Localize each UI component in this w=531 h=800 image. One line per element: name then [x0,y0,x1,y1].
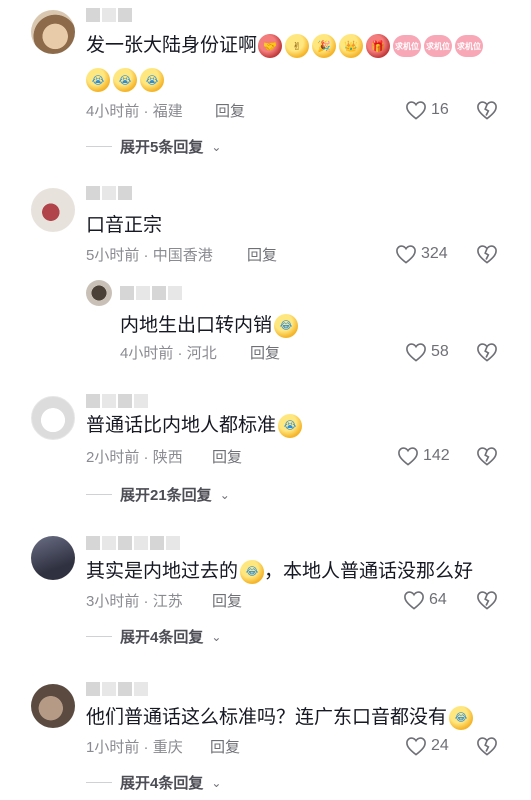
crying-emoji-icon: 😭 [113,68,137,92]
dislike-button[interactable] [476,100,498,120]
like-button[interactable]: 16 [405,100,449,120]
avatar[interactable] [31,10,75,54]
comment-item: 发一张大陆身份证啊 🤝 ✌ 🎉 👑 🎁 求机位 求机位 求机位 😭 😭 😭 4小… [0,0,531,170]
like-count: 24 [431,737,449,754]
laughing-crying-emoji-icon: 😂 [240,559,265,584]
divider [86,782,112,783]
sticker-request-spot: 求机位 [393,35,421,57]
avatar[interactable] [31,188,75,232]
chevron-down-icon: ⌄ [211,775,222,790]
sticker-request-spot: 求机位 [455,35,483,57]
username-redacted[interactable] [86,682,148,696]
comment-meta: 4小时前 · 福建 [86,103,183,120]
heart-outline-icon [406,343,426,362]
dislike-button[interactable] [476,446,498,466]
laughing-crying-emoji-icon: 😂 [449,705,474,730]
comment-text: 普通话比内地人都标准 😭 [86,412,303,440]
divider [86,146,112,147]
comment-item: 他们普通话这么标准吗？连广东口音都没有 😂 1小时前 · 重庆 回复 24 展开4… [0,674,531,800]
heart-outline-icon [406,101,426,120]
expand-replies-button[interactable]: 展开4条回复 ⌄ [86,772,221,793]
like-button[interactable]: 324 [395,244,448,264]
reply-button[interactable]: 回复 [247,246,277,266]
like-count: 58 [431,343,449,360]
comment-meta: 5小时前 · 中国香港 [86,247,213,264]
avatar[interactable] [31,684,75,728]
comment-text: 发一张大陆身份证啊 [86,35,258,56]
comment-text: 其实是内地过去的 😂 ，本地人普通话没那么好 [86,559,474,584]
handshake-emoji-icon: 🤝 [258,34,282,58]
laughing-crying-emoji-icon: 😂 [274,313,299,338]
crying-emoji-icon: 😭 [86,68,110,92]
username-redacted[interactable] [86,394,148,408]
reply-text: 内地生出口转内销 😂 [120,312,299,340]
chevron-down-icon: ⌄ [211,139,222,154]
crown-emoji-icon: 👑 [339,34,363,58]
comment-item: 口音正宗 5小时前 · 中国香港 回复 324 内地生出口转内销 😂 4小时前 ·… [0,180,531,380]
expand-replies-label: 展开4条回复 [120,775,204,792]
heart-outline-icon [398,447,418,466]
sticker-request-spot: 求机位 [424,35,452,57]
emoji-row: 😭 😭 😭 [86,68,164,92]
broken-heart-icon [477,447,497,466]
broken-heart-icon [477,245,497,264]
username-redacted[interactable] [86,8,132,22]
expand-replies-button[interactable]: 展开4条回复 ⌄ [86,626,221,647]
comment-item: 其实是内地过去的 😂 ，本地人普通话没那么好 3小时前 · 江苏 回复 64 展开4… [0,528,531,653]
like-count: 324 [421,245,448,262]
broken-heart-icon [477,101,497,120]
broken-heart-icon [477,737,497,756]
comment-text: 口音正宗 [86,215,163,236]
like-count: 142 [423,447,450,464]
comment-item: 普通话比内地人都标准 😭 2小时前 · 陕西 回复 142 展开21条回复 ⌄ [0,388,531,513]
chevron-down-icon: ⌄ [219,487,230,502]
reply-button[interactable]: 回复 [212,592,242,612]
heart-outline-icon [404,591,424,610]
dislike-button[interactable] [476,244,498,264]
avatar[interactable] [31,536,75,580]
like-button[interactable]: 142 [397,446,450,466]
comment-meta: 1小时前 · 重庆 [86,739,183,756]
reply-avatar[interactable] [86,280,112,306]
expand-replies-button[interactable]: 展开21条回复 ⌄ [86,484,230,505]
dislike-button[interactable] [476,736,498,756]
crying-emoji-icon: 😭 [140,68,164,92]
expand-replies-label: 展开21条回复 [120,487,212,504]
expand-replies-label: 展开4条回复 [120,629,204,646]
broken-heart-icon [477,591,497,610]
expand-replies-button[interactable]: 展开5条回复 ⌄ [86,136,221,157]
reply-meta: 4小时前 · 河北 [120,345,217,362]
heart-outline-icon [396,245,416,264]
like-count: 16 [431,101,449,118]
emoji-row: 🤝 ✌ 🎉 👑 🎁 求机位 求机位 求机位 [258,34,483,58]
dislike-button[interactable] [476,342,498,362]
heart-outline-icon [406,737,426,756]
like-button[interactable]: 64 [403,590,447,610]
reply-button[interactable]: 回复 [250,344,280,364]
like-count: 64 [429,591,447,608]
like-button[interactable]: 58 [405,342,449,362]
gift-emoji-icon: 🎁 [366,34,390,58]
comment-meta: 2小时前 · 陕西 [86,449,183,466]
divider [86,494,112,495]
like-button[interactable]: 24 [405,736,449,756]
comment-text: 他们普通话这么标准吗？连广东口音都没有 😂 [86,704,474,732]
victory-hand-emoji-icon: ✌ [285,34,309,58]
username-redacted[interactable] [86,186,132,200]
reply-button[interactable]: 回复 [212,448,242,468]
party-popper-emoji-icon: 🎉 [312,34,336,58]
expand-replies-label: 展开5条回复 [120,139,204,156]
broken-heart-icon [477,343,497,362]
comment-meta: 3小时前 · 江苏 [86,593,183,610]
divider [86,636,112,637]
chevron-down-icon: ⌄ [211,629,222,644]
username-redacted[interactable] [120,286,182,300]
reply-button[interactable]: 回复 [210,738,240,758]
dislike-button[interactable] [476,590,498,610]
reply-button[interactable]: 回复 [215,102,245,122]
crying-emoji-icon: 😭 [278,413,303,438]
username-redacted[interactable] [86,536,180,550]
avatar[interactable] [31,396,75,440]
